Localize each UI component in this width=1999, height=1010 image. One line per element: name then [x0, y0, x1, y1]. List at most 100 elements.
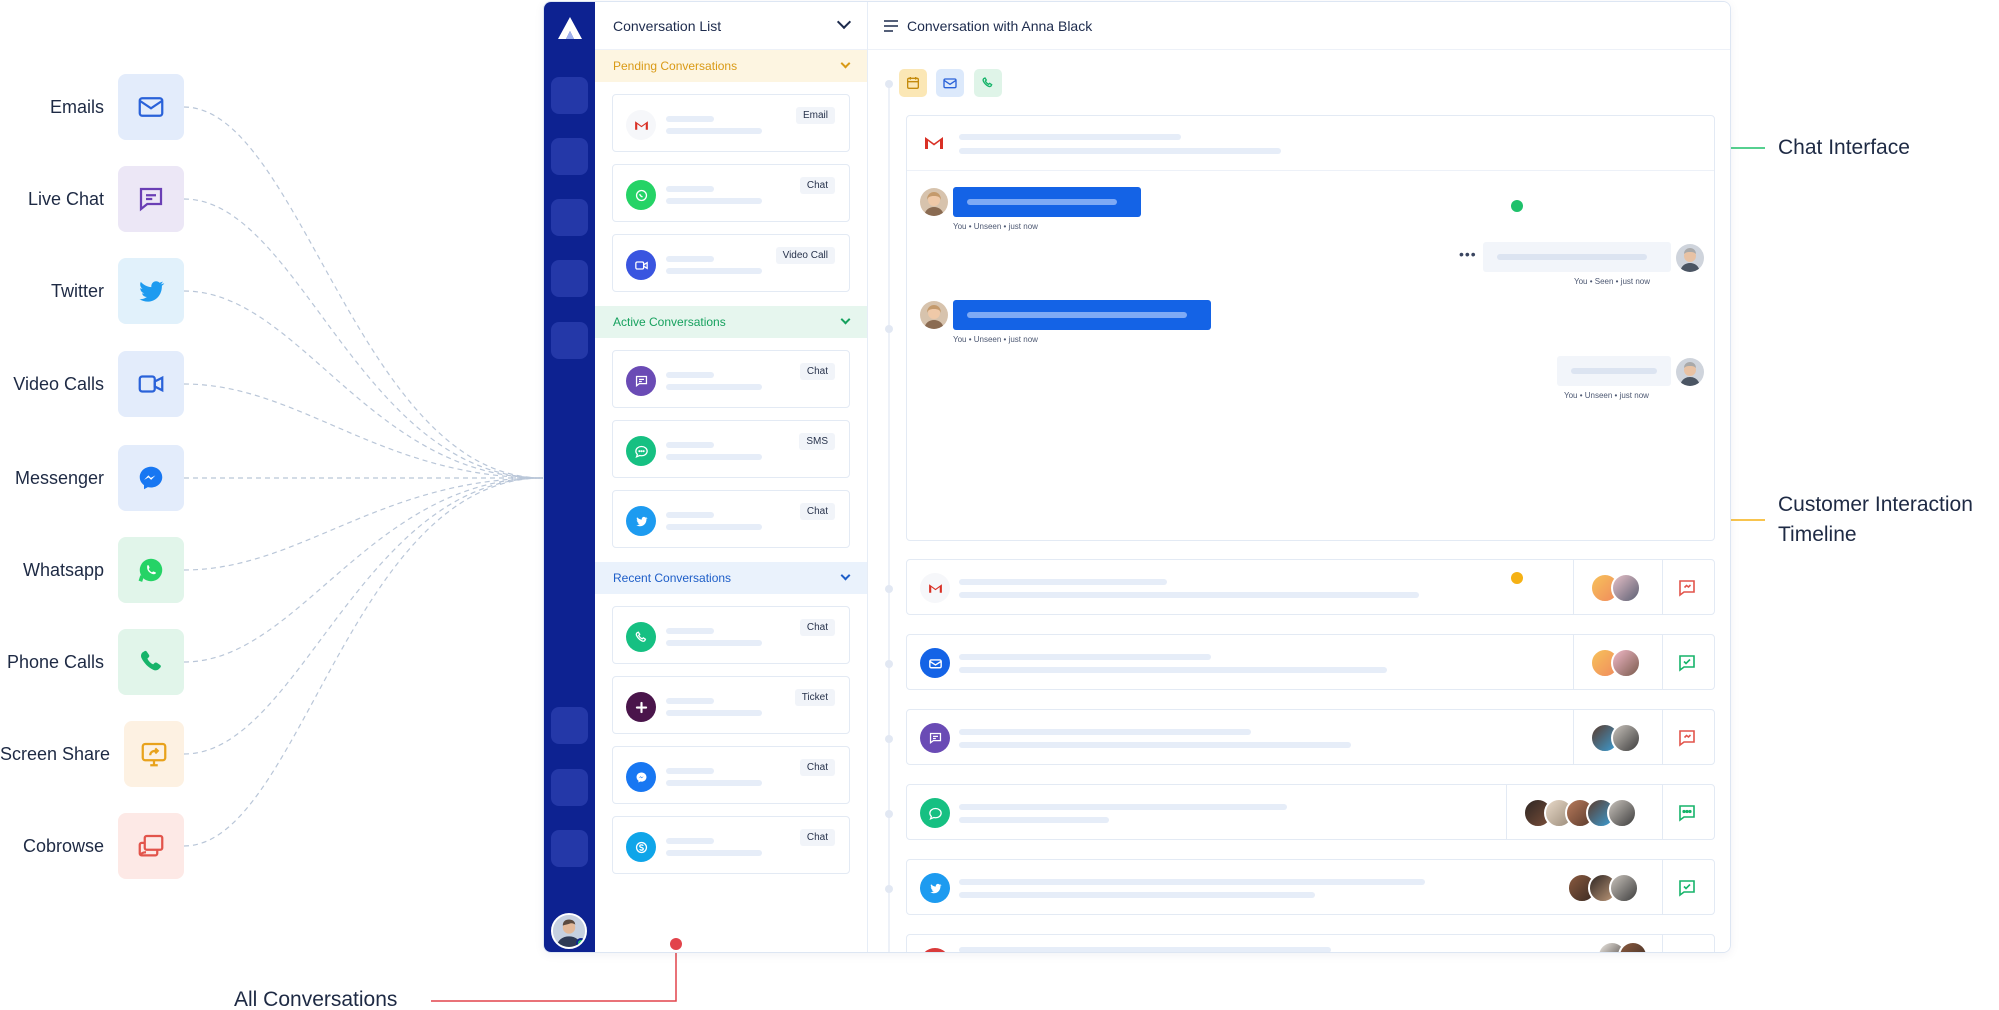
nav-button[interactable] — [551, 769, 588, 806]
placeholder-line — [666, 384, 762, 390]
channel-screen-share[interactable]: Screen Share — [0, 721, 184, 787]
calendar-filter-button[interactable] — [899, 69, 927, 97]
placeholder-line — [666, 640, 762, 646]
timeline-track — [888, 81, 890, 952]
channel-emails[interactable]: Emails — [0, 74, 184, 140]
email-filter-button[interactable] — [936, 69, 964, 97]
skype-icon — [626, 832, 656, 862]
channel-messenger[interactable]: Messenger — [0, 445, 184, 511]
app-logo-icon[interactable] — [557, 16, 583, 40]
chat-action-icon[interactable] — [1677, 578, 1697, 598]
section-title: Active Conversations — [613, 315, 726, 329]
nav-button[interactable] — [551, 707, 588, 744]
chevron-down-icon[interactable] — [840, 570, 851, 581]
conversation-card[interactable]: Email — [612, 94, 850, 152]
row-divider — [1506, 785, 1507, 839]
timeline-row[interactable] — [906, 559, 1715, 615]
channel-tag: Ticket — [794, 689, 835, 706]
section-recent[interactable]: Recent Conversations — [595, 562, 867, 594]
conversation-card[interactable]: Chat — [612, 606, 850, 664]
channel-tag: Email — [795, 107, 835, 124]
nav-button[interactable] — [551, 830, 588, 867]
row-divider — [1662, 710, 1663, 764]
phone-filter-button[interactable] — [974, 69, 1002, 97]
channel-tag: Chat — [799, 829, 835, 846]
nav-button[interactable] — [551, 322, 588, 359]
timeline-dot — [885, 735, 893, 743]
conversation-list-header[interactable]: Conversation List — [595, 2, 867, 50]
channel-cobrowse[interactable]: Cobrowse — [0, 813, 184, 879]
conversation-card[interactable]: Chat — [612, 350, 850, 408]
channel-label: Phone Calls — [6, 651, 104, 672]
channel-twitter[interactable]: Twitter — [0, 258, 184, 324]
more-options-icon[interactable]: ••• — [1459, 246, 1477, 262]
conversation-title: Conversation with Anna Black — [907, 17, 1093, 34]
row-divider — [1573, 560, 1574, 614]
channel-phone-calls[interactable]: Phone Calls — [0, 629, 184, 695]
timeline-row[interactable] — [906, 859, 1715, 915]
timeline-row[interactable] — [906, 934, 1715, 952]
agent-avatar — [920, 188, 948, 216]
channel-label: Live Chat — [27, 188, 104, 209]
participant-avatars — [1523, 798, 1637, 828]
placeholder-line — [959, 817, 1109, 823]
timeline-row[interactable] — [906, 784, 1715, 840]
nav-button[interactable] — [551, 260, 588, 297]
channel-video-calls[interactable]: Video Calls — [0, 351, 184, 417]
conversation-card[interactable]: Chat — [612, 164, 850, 222]
timeline-dot — [885, 325, 893, 333]
placeholder-line — [666, 186, 714, 192]
channel-live-chat[interactable]: Live Chat — [0, 166, 184, 232]
chat-check-icon[interactable] — [1677, 653, 1697, 673]
chevron-down-icon[interactable] — [840, 58, 851, 69]
participant-avatar — [1611, 723, 1641, 753]
placeholder-line — [959, 592, 1419, 598]
chat-bubble-icon — [118, 166, 184, 232]
conversation-card[interactable]: Chat — [612, 746, 850, 804]
sms-icon — [920, 798, 950, 828]
conversation-card[interactable]: Chat — [612, 490, 850, 548]
menu-icon[interactable] — [884, 20, 898, 32]
channel-label: Messenger — [14, 467, 104, 488]
chevron-down-icon[interactable] — [836, 14, 852, 30]
messenger-icon — [118, 445, 184, 511]
conversation-header: Conversation with Anna Black — [868, 2, 1730, 50]
conversation-card[interactable]: SMS — [612, 420, 850, 478]
chat-interface-pin — [1511, 200, 1523, 212]
chat-action-icon[interactable] — [1677, 728, 1697, 748]
placeholder-line — [666, 116, 714, 122]
chat-message-incoming[interactable] — [953, 187, 1141, 217]
placeholder-line — [959, 742, 1351, 748]
app-window: Conversation List Pending Conversations … — [543, 1, 1731, 953]
section-pending[interactable]: Pending Conversations — [595, 50, 867, 82]
chat-message-outgoing[interactable] — [1483, 242, 1671, 272]
timeline-dot — [885, 885, 893, 893]
chat-dots-icon[interactable] — [1677, 803, 1697, 823]
section-active[interactable]: Active Conversations — [595, 306, 867, 338]
placeholder-line — [666, 780, 762, 786]
timeline-label: Customer Interaction Timeline — [1778, 490, 1973, 550]
nav-button[interactable] — [551, 138, 588, 175]
chat-message-incoming[interactable] — [953, 300, 1211, 330]
timeline-row[interactable] — [906, 709, 1715, 765]
placeholder-line — [666, 524, 762, 530]
mail-icon — [118, 74, 184, 140]
channel-label: Twitter — [50, 280, 104, 301]
chat-message-outgoing[interactable] — [1557, 356, 1671, 386]
channel-tag: SMS — [799, 433, 835, 450]
user-avatar[interactable] — [551, 913, 587, 949]
placeholder-line — [1571, 368, 1657, 374]
nav-button[interactable] — [551, 77, 588, 114]
nav-button[interactable] — [551, 199, 588, 236]
participant-avatar — [1611, 648, 1641, 678]
conversation-card[interactable]: Video Call — [612, 234, 850, 292]
conversation-card[interactable]: Chat — [612, 816, 850, 874]
conversation-card[interactable]: Ticket — [612, 676, 850, 734]
placeholder-line — [666, 710, 762, 716]
placeholder-line — [959, 804, 1287, 810]
chevron-down-icon[interactable] — [840, 314, 851, 325]
chat-check-icon[interactable] — [1677, 878, 1697, 898]
channel-whatsapp[interactable]: Whatsapp — [0, 537, 184, 603]
placeholder-line — [959, 947, 1331, 952]
timeline-row[interactable] — [906, 634, 1715, 690]
